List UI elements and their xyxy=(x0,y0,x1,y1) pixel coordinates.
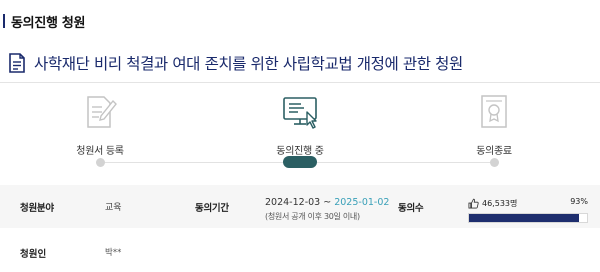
period-end: 2025-01-02 xyxy=(334,197,390,208)
petition-header: 사학재단 비리 척결과 여대 존치를 위한 사립학교법 개정에 관한 청원 xyxy=(8,52,463,74)
title-divider xyxy=(0,82,600,83)
step-label: 청원서 등록 xyxy=(76,146,124,157)
petition-info-row: 청원분야 교육 동의기간 2024-12-03 ~ 2025-01-02 (청원… xyxy=(0,185,600,228)
step-dot-registration xyxy=(95,158,105,167)
field-label: 청원분야 xyxy=(20,202,54,214)
section-title-bar xyxy=(3,14,5,28)
step-registration: 청원서 등록 xyxy=(40,92,160,157)
period-value: 2024-12-03 ~ 2025-01-02 (청원서 공개 이후 30일 이… xyxy=(265,197,389,222)
certificate-icon xyxy=(481,95,507,128)
agree-progress-fill xyxy=(469,214,579,222)
petition-title: 사학재단 비리 척결과 여대 존치를 위한 사립학교법 개정에 관한 청원 xyxy=(34,55,463,73)
agree-label: 동의수 xyxy=(398,202,424,214)
petitioner-label: 청원인 xyxy=(20,249,47,260)
step-label: 동의종료 xyxy=(476,146,512,157)
section-title: 동의진행 청원 xyxy=(3,12,86,31)
period-start: 2024-12-03 ~ xyxy=(265,197,335,208)
agree-percent: 93% xyxy=(570,197,588,206)
period-note: (청원서 공개 이후 30일 이내) xyxy=(265,212,360,221)
period-label: 동의기간 xyxy=(195,202,229,214)
agree-progress-bar xyxy=(468,213,588,223)
step-indicator-active xyxy=(283,156,317,168)
step-label: 동의진행 중 xyxy=(276,146,324,157)
step-closed: 동의종료 xyxy=(434,92,554,157)
agree-status: 46,533명 93% xyxy=(468,197,588,223)
document-pen-icon xyxy=(87,96,117,128)
monitor-click-icon xyxy=(283,97,317,129)
section-title-text: 동의진행 청원 xyxy=(11,15,86,31)
thumbs-up-icon xyxy=(468,198,479,208)
step-in-progress: 동의진행 중 xyxy=(240,92,360,157)
step-dot-closed xyxy=(489,158,499,167)
agree-count: 46,533명 xyxy=(482,198,518,208)
document-icon xyxy=(9,53,25,73)
period-dates: 2024-12-03 ~ 2025-01-02 xyxy=(265,197,389,208)
field-value: 교육 xyxy=(105,203,122,213)
petitioner-value: 박** xyxy=(105,248,122,258)
